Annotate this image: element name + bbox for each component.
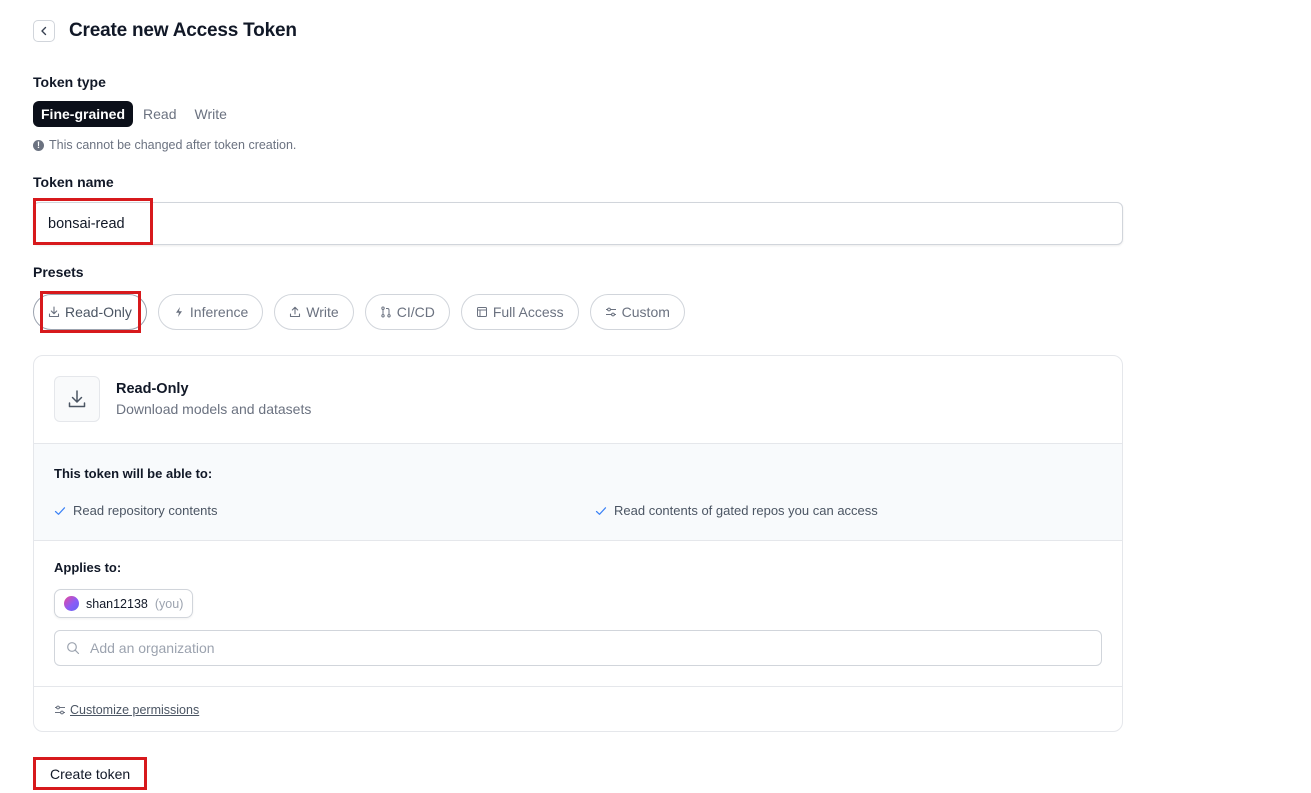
download-icon	[48, 306, 60, 318]
preset-ci-cd[interactable]: CI/CD	[364, 294, 450, 330]
customize-permissions-link[interactable]: Customize permissions	[54, 703, 199, 717]
create-token-button[interactable]: Create token	[33, 757, 148, 790]
back-button[interactable]	[33, 20, 55, 42]
preset-label: Full Access	[492, 304, 564, 320]
abilities-label: This token will be able to:	[54, 466, 213, 481]
check-icon	[54, 506, 66, 515]
ability-item: Read repository contents	[54, 503, 218, 518]
preset-label: Read-Only	[65, 304, 132, 320]
page-title: Create new Access Token	[69, 20, 297, 41]
pull-request-icon	[381, 306, 391, 318]
info-icon: !	[33, 139, 44, 151]
token-type-label: Token type	[33, 74, 106, 90]
avatar	[64, 596, 79, 611]
upload-icon	[290, 306, 301, 318]
preset-label: Write	[306, 304, 339, 320]
preset-read-only[interactable]: Read-Only	[33, 294, 147, 330]
ability-item: Read contents of gated repos you can acc…	[595, 503, 878, 518]
preset-label: Custom	[621, 304, 670, 320]
preset-write[interactable]: Write	[274, 294, 354, 330]
chevron-left-icon	[41, 26, 47, 36]
user-you-tag: (you)	[154, 596, 184, 611]
page-header: Create new Access Token	[33, 20, 297, 42]
sliders-icon	[605, 307, 616, 317]
preset-inference[interactable]: Inference	[157, 294, 264, 330]
token-type-tabs: Fine-grained Read Write	[33, 101, 235, 127]
preset-full-access[interactable]: Full Access	[460, 294, 579, 330]
card-title: Read-Only	[116, 381, 189, 397]
preset-label: Inference	[189, 304, 249, 320]
preset-list: Read-Only Inference Write CI/CD Full Acc…	[33, 294, 685, 330]
token-name-label: Token name	[33, 174, 114, 190]
window-icon	[476, 307, 487, 317]
presets-label: Presets	[33, 264, 84, 280]
tab-write[interactable]: Write	[186, 101, 234, 127]
token-type-note: ! This cannot be changed after token cre…	[33, 138, 296, 152]
tab-fine-grained[interactable]: Fine-grained	[33, 101, 134, 127]
ability-text: Read contents of gated repos you can acc…	[614, 503, 878, 518]
user-chip[interactable]: shan12138 (you)	[54, 589, 194, 618]
tab-read[interactable]: Read	[135, 101, 184, 127]
sliders-icon	[55, 705, 65, 715]
organization-search[interactable]	[54, 630, 1102, 666]
organization-search-input[interactable]	[88, 639, 1090, 657]
customize-permissions-text: Customize permissions	[70, 703, 200, 717]
ability-text: Read repository contents	[73, 503, 218, 518]
preset-label: CI/CD	[396, 304, 435, 320]
card-header: Read-Only Download models and datasets	[34, 356, 1122, 444]
abilities-section: This token will be able to: Read reposit…	[34, 444, 1122, 541]
preset-details-card: Read-Only Download models and datasets T…	[33, 355, 1123, 732]
user-name: shan12138	[86, 596, 148, 611]
check-icon	[595, 506, 607, 515]
token-name-input[interactable]	[33, 202, 1123, 245]
download-icon	[68, 390, 86, 408]
lightning-icon	[175, 307, 182, 317]
search-icon	[67, 642, 80, 655]
preset-custom[interactable]: Custom	[589, 294, 685, 330]
preset-icon-box	[54, 376, 100, 422]
card-footer: Customize permissions	[34, 686, 1122, 731]
applies-to-label: Applies to:	[54, 560, 122, 575]
token-type-note-text: This cannot be changed after token creat…	[49, 138, 297, 152]
card-description: Download models and datasets	[116, 401, 312, 417]
